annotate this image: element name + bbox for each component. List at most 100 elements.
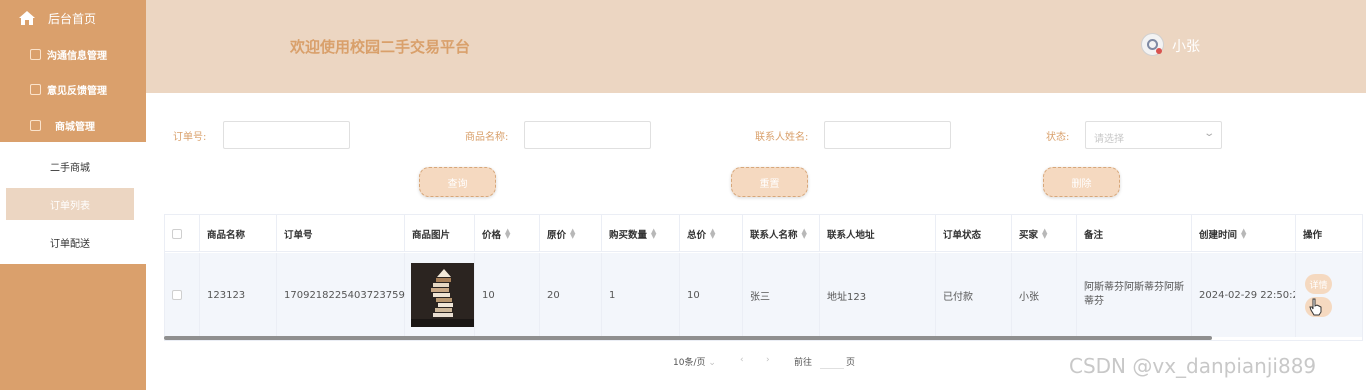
sort-icon[interactable]: ▲ ▼ [710, 227, 715, 239]
nav-group-label: 意见反馈管理 [47, 85, 107, 97]
column-title: 备注 [1084, 229, 1104, 241]
home-icon [19, 11, 35, 25]
row-checkbox[interactable] [172, 290, 182, 300]
order-table: 商品名称 订单号 商品图片 价格 ▲ ▼ 原价 ▲ ▼ 购买数量 ▲ ▼ 总价 ▲ ▼ 联系人名… [164, 214, 1363, 341]
order-no-input[interactable] [223, 121, 350, 149]
sidebar-item-label: 二手商城 [50, 162, 90, 174]
product-image[interactable] [411, 263, 474, 327]
cell-total: 10 [680, 253, 743, 337]
column-header-sortable[interactable]: 总价 ▲ ▼ [680, 215, 743, 252]
nav-group-label: 商城管理 [55, 121, 95, 133]
contact-name-input[interactable] [824, 121, 951, 149]
watermark: CSDN @vx_danpianji889 [1069, 354, 1317, 378]
avatar[interactable] [1141, 33, 1164, 56]
sort-icon[interactable]: ▲ ▼ [505, 227, 510, 239]
header: 欢迎使用校园二手交易平台 小张 [146, 0, 1366, 93]
cell-created: 2024-02-29 22:50:24 [1192, 253, 1296, 337]
goto-label: 前往 [794, 358, 813, 368]
column-title: 联系人地址 [827, 229, 875, 241]
column-title: 原价 [547, 229, 567, 241]
column-title: 订单号 [284, 229, 313, 241]
cell-price: 10 [475, 253, 540, 337]
welcome-title: 欢迎使用校园二手交易平台 [290, 38, 471, 56]
table-row: 123123 1709218225403723759 10 20 1 10 张三… [165, 253, 1362, 337]
sort-icon[interactable]: ▲ ▼ [1241, 227, 1246, 239]
cell-product-image [405, 253, 475, 337]
nav-group-mall[interactable]: 商城管理 [0, 107, 146, 143]
column-header-sortable[interactable]: 价格 ▲ ▼ [475, 215, 540, 252]
sidebar-item-order-list[interactable]: 订单列表 [6, 188, 134, 220]
column-title: 买家 [1019, 229, 1039, 241]
table-header: 商品名称 订单号 商品图片 价格 ▲ ▼ 原价 ▲ ▼ 购买数量 ▲ ▼ 总价 ▲ ▼ 联系人名… [165, 215, 1362, 252]
column-title: 价格 [482, 229, 502, 241]
status-placeholder: 请选择 [1094, 134, 1124, 145]
page-size-label: 10条/页 [673, 358, 706, 368]
product-name-label: 商品名称: [465, 132, 509, 143]
feedback-icon [30, 83, 41, 95]
sort-icon[interactable]: ▲ ▼ [651, 227, 656, 239]
column-title: 商品图片 [412, 229, 451, 241]
next-page-icon[interactable]: › [766, 355, 770, 365]
cell-status: 已付款 [936, 253, 1012, 337]
reset-button[interactable]: 重置 [731, 167, 808, 197]
cell-buyer: 小张 [1012, 253, 1077, 337]
product-name-input[interactable] [524, 121, 651, 149]
column-header-sortable[interactable]: 购买数量 ▲ ▼ [602, 215, 680, 252]
order-no-label: 订单号: [173, 132, 207, 143]
column-header-sortable[interactable]: 原价 ▲ ▼ [540, 215, 602, 252]
nav-home-label: 后台首页 [48, 11, 97, 26]
goto-page-input[interactable] [820, 355, 844, 369]
nav-home[interactable]: 后台首页 [0, 0, 146, 36]
column-header: 操作 [1296, 215, 1362, 252]
column-title: 购买数量 [609, 229, 648, 241]
cell-product-name: 123123 [200, 253, 277, 337]
cell-contact-name: 张三 [743, 253, 820, 337]
sidebar-item-label: 订单配送 [50, 238, 90, 250]
select-all-cell [165, 215, 200, 252]
status-label: 状态: [1046, 132, 1070, 143]
contact-name-label: 联系人姓名: [755, 132, 809, 143]
edit-icon [30, 48, 41, 60]
horizontal-scrollbar[interactable] [164, 336, 1212, 340]
column-header: 联系人地址 [820, 215, 936, 252]
cell-remark: 阿斯蒂芬阿斯蒂芬阿斯蒂芬 [1077, 253, 1192, 337]
delete-button[interactable]: 删除 [1043, 167, 1120, 197]
mall-icon [30, 119, 41, 131]
sidebar-item-secondhand-mall[interactable]: 二手商城 [6, 150, 134, 182]
chevron-down-icon: ⌄ [708, 358, 716, 368]
column-header-sortable[interactable]: 联系人名称 ▲ ▼ [743, 215, 820, 252]
column-header: 商品图片 [405, 215, 475, 252]
cell-order-no: 1709218225403723759 [277, 253, 405, 337]
sidebar: 后台首页 沟通信息管理 意见反馈管理 商城管理 二手商城 订单列表 订单配送 [0, 0, 146, 390]
chevron-down-icon: ⌄ [1202, 128, 1215, 139]
cell-original-price: 20 [540, 253, 602, 337]
column-header-sortable[interactable]: 买家 ▲ ▼ [1012, 215, 1077, 252]
column-title: 创建时间 [1199, 229, 1238, 241]
cell-contact-address: 地址123 [820, 253, 936, 337]
cell-quantity: 1 [602, 253, 680, 337]
sidebar-item-label: 订单列表 [50, 200, 90, 212]
sort-icon[interactable]: ▲ ▼ [1042, 227, 1047, 239]
row-select-cell [165, 253, 200, 337]
subnav-mall: 二手商城 订单列表 订单配送 [0, 142, 146, 264]
page-size-select[interactable]: 10条/页 ⌄ [673, 355, 716, 368]
sidebar-item-order-delivery[interactable]: 订单配送 [6, 226, 134, 258]
status-select[interactable]: 请选择 ⌄ [1085, 121, 1222, 149]
column-header: 商品名称 [200, 215, 277, 252]
sort-icon[interactable]: ▲ ▼ [802, 227, 807, 239]
username[interactable]: 小张 [1172, 36, 1200, 56]
column-header-sortable[interactable]: 创建时间 ▲ ▼ [1192, 215, 1296, 252]
book-stack-image [411, 263, 474, 327]
nav-group-feedback[interactable]: 意见反馈管理 [0, 71, 146, 107]
select-all-checkbox[interactable] [172, 228, 182, 239]
column-title: 总价 [687, 229, 707, 241]
column-header: 订单状态 [936, 215, 1012, 252]
sort-icon[interactable]: ▲ ▼ [570, 227, 575, 239]
prev-page-icon[interactable]: ‹ [740, 355, 744, 365]
column-title: 订单状态 [943, 229, 982, 241]
avatar-badge [1156, 48, 1162, 54]
search-button[interactable]: 查询 [419, 167, 496, 197]
nav-group-communication[interactable]: 沟通信息管理 [0, 36, 146, 72]
column-title: 操作 [1303, 229, 1323, 241]
cell-actions [1296, 253, 1362, 337]
